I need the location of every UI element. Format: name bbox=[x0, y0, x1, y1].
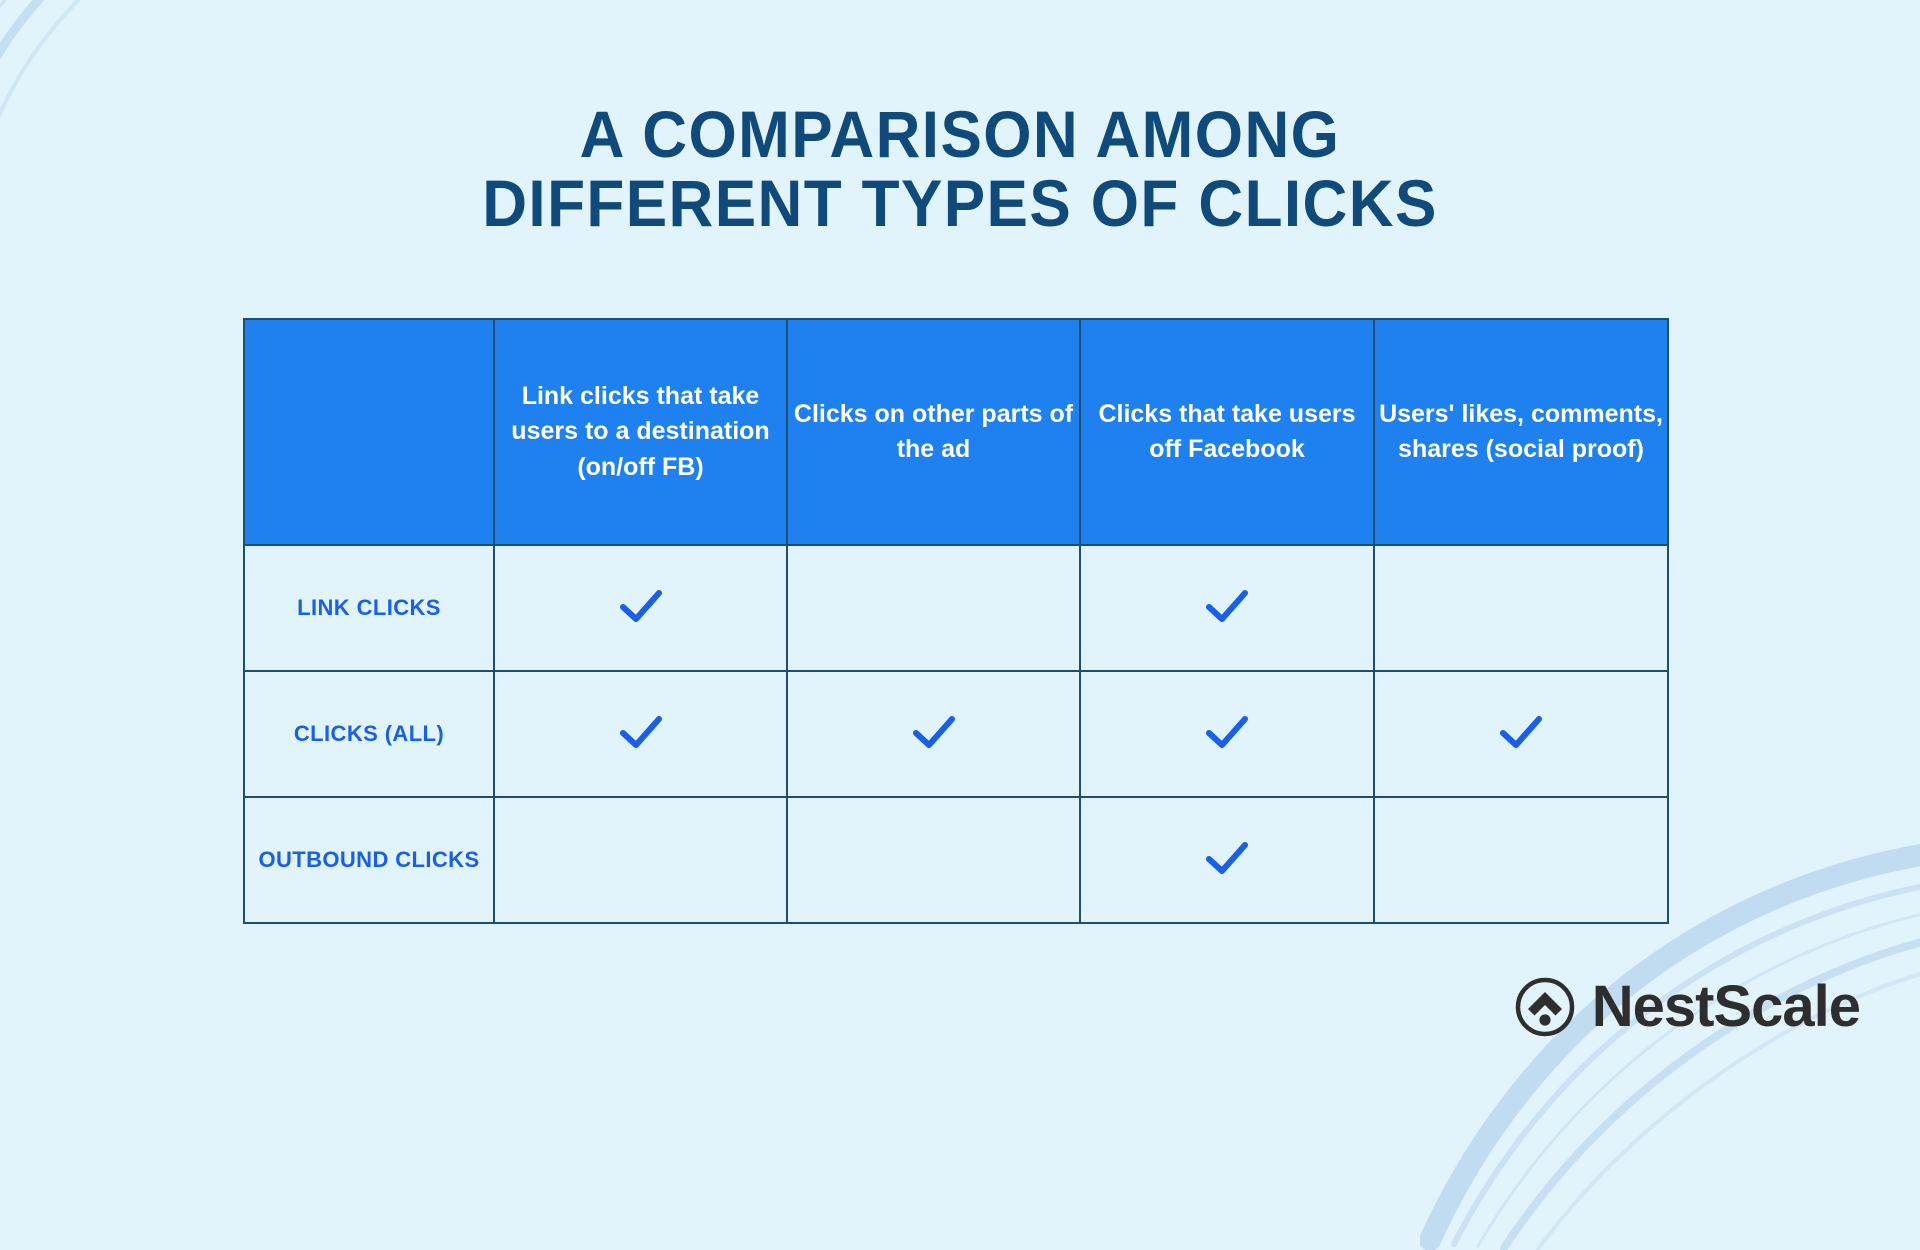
comparison-table-container: Link clicks that take users to a destina… bbox=[243, 318, 1669, 924]
cell-outbound-clicks-col2 bbox=[786, 796, 1081, 924]
table-header: Link clicks that take users to a destina… bbox=[243, 318, 1669, 546]
table-header-cell-3: Clicks that take users off Facebook bbox=[1079, 318, 1375, 546]
cell-link-clicks-col2 bbox=[786, 544, 1081, 672]
check-icon bbox=[911, 709, 957, 755]
check-icon bbox=[1204, 583, 1250, 629]
cell-clicks-all-col1 bbox=[493, 670, 788, 798]
cell-link-clicks-col3 bbox=[1079, 544, 1375, 672]
table-header-cell-4: Users' likes, comments, shares (social p… bbox=[1373, 318, 1669, 546]
cell-link-clicks-col4 bbox=[1373, 544, 1669, 672]
cell-outbound-clicks-col4 bbox=[1373, 796, 1669, 924]
cell-outbound-clicks-col3 bbox=[1079, 796, 1375, 924]
empty-cell bbox=[788, 608, 789, 609]
table-body: LINK CLICKS CLICKS (ALL) OUTBOUND CLICKS bbox=[243, 544, 1669, 924]
cell-clicks-all-col4 bbox=[1373, 670, 1669, 798]
cell-clicks-all-col2 bbox=[786, 670, 1081, 798]
row-label-link-clicks: LINK CLICKS bbox=[243, 544, 495, 672]
table-row: CLICKS (ALL) bbox=[243, 670, 1669, 798]
empty-cell bbox=[788, 860, 789, 861]
brand-logo: NestScale bbox=[1514, 974, 1861, 1039]
table-header-cell-1: Link clicks that take users to a destina… bbox=[493, 318, 788, 546]
empty-cell bbox=[1375, 608, 1376, 609]
cell-outbound-clicks-col1 bbox=[493, 796, 788, 924]
table-row: OUTBOUND CLICKS bbox=[243, 796, 1669, 924]
check-icon bbox=[1204, 709, 1250, 755]
row-label-outbound-clicks: OUTBOUND CLICKS bbox=[243, 796, 495, 924]
page-title-line-2: DIFFERENT TYPES OF CLICKS bbox=[482, 166, 1438, 241]
comparison-table: Link clicks that take users to a destina… bbox=[243, 318, 1669, 924]
table-row: LINK CLICKS bbox=[243, 544, 1669, 672]
cell-clicks-all-col3 bbox=[1079, 670, 1375, 798]
table-header-cell-0 bbox=[243, 318, 495, 546]
table-header-cell-2: Clicks on other parts of the ad bbox=[786, 318, 1081, 546]
check-icon bbox=[1204, 835, 1250, 881]
nestscale-mark-icon bbox=[1515, 977, 1574, 1037]
brand-name: NestScale bbox=[1591, 974, 1861, 1039]
check-icon bbox=[618, 709, 664, 755]
cell-link-clicks-col1 bbox=[493, 544, 788, 672]
empty-cell bbox=[1375, 860, 1376, 861]
check-icon bbox=[1498, 709, 1544, 755]
page-title: A COMPARISON AMONG DIFFERENT TYPES OF CL… bbox=[0, 97, 1920, 241]
page-title-line-1: A COMPARISON AMONG bbox=[579, 97, 1341, 171]
table-header-row: Link clicks that take users to a destina… bbox=[243, 318, 1669, 546]
check-icon bbox=[618, 583, 664, 629]
empty-cell bbox=[495, 860, 496, 861]
row-label-clicks-all: CLICKS (ALL) bbox=[243, 670, 495, 798]
